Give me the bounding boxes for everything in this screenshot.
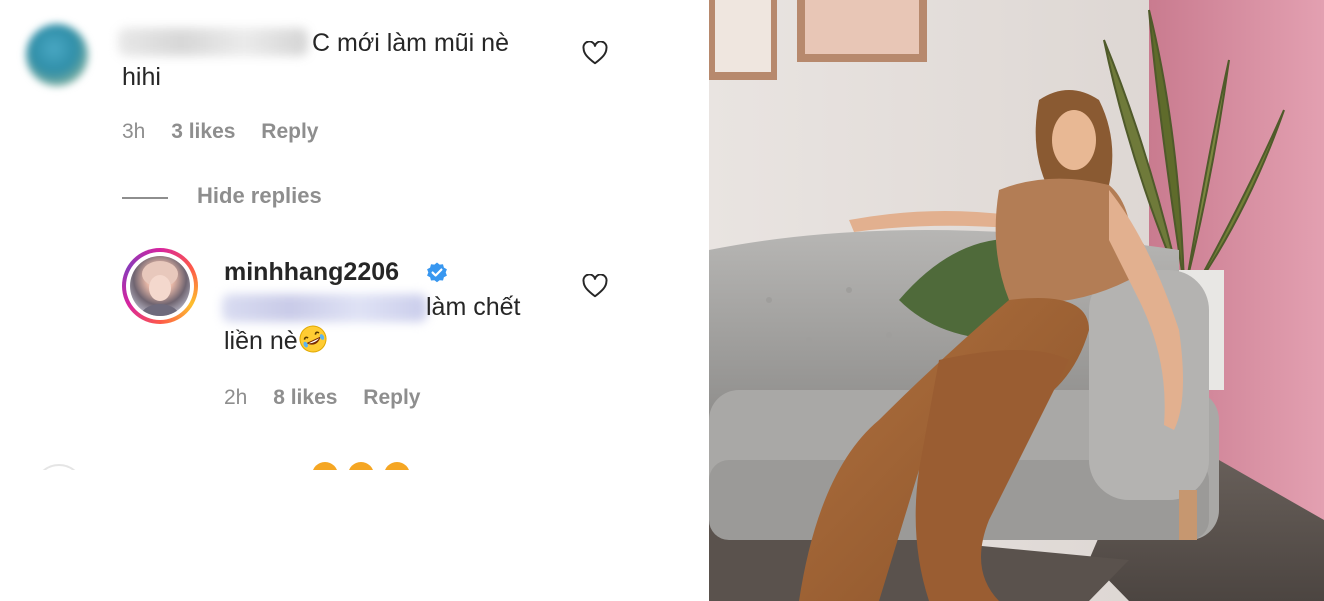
like-heart-icon[interactable]	[582, 274, 608, 298]
reply-likes[interactable]: 8 likes	[273, 386, 337, 409]
reply-text: làm chết liền nè	[224, 290, 564, 358]
avatar	[130, 256, 190, 316]
comment-text-line1: C mới làm mũi nè	[312, 29, 509, 57]
verified-badge-icon	[427, 262, 447, 283]
reply-meta: 2h 8 likes Reply	[224, 386, 440, 410]
hide-replies-line	[122, 197, 168, 199]
reply-button[interactable]: Reply	[363, 386, 420, 409]
next-comment-emojis	[312, 462, 422, 470]
story-ring-avatar[interactable]	[122, 248, 198, 324]
rolling-laughing-emoji-icon	[299, 325, 327, 353]
comments-panel: C mới làm mũi nè hihi 3h 3 likes Reply Hi…	[0, 0, 709, 601]
comment-time: 3h	[122, 120, 146, 143]
avatar-face-icon	[140, 261, 180, 316]
comment-text: C mới làm mũi nè hihi	[122, 26, 552, 94]
reply-button[interactable]: Reply	[261, 120, 318, 143]
reply-text-line1: làm chết	[426, 293, 521, 321]
comment-likes[interactable]: 3 likes	[171, 120, 235, 143]
comment-meta: 3h 3 likes Reply	[122, 120, 338, 144]
hide-replies-button[interactable]: Hide replies	[197, 183, 322, 209]
next-comment-avatar	[34, 464, 84, 470]
photo-woman-on-sofa	[709, 0, 1324, 601]
post-photo	[709, 0, 1324, 601]
like-heart-icon[interactable]	[582, 41, 608, 65]
comment-text-line2: hihi	[122, 63, 161, 91]
reply-username[interactable]: minhhang2206	[224, 258, 399, 287]
commenter-avatar[interactable]	[26, 24, 88, 86]
reply-text-line2: liền nè	[224, 327, 298, 355]
reply-time: 2h	[224, 386, 248, 409]
